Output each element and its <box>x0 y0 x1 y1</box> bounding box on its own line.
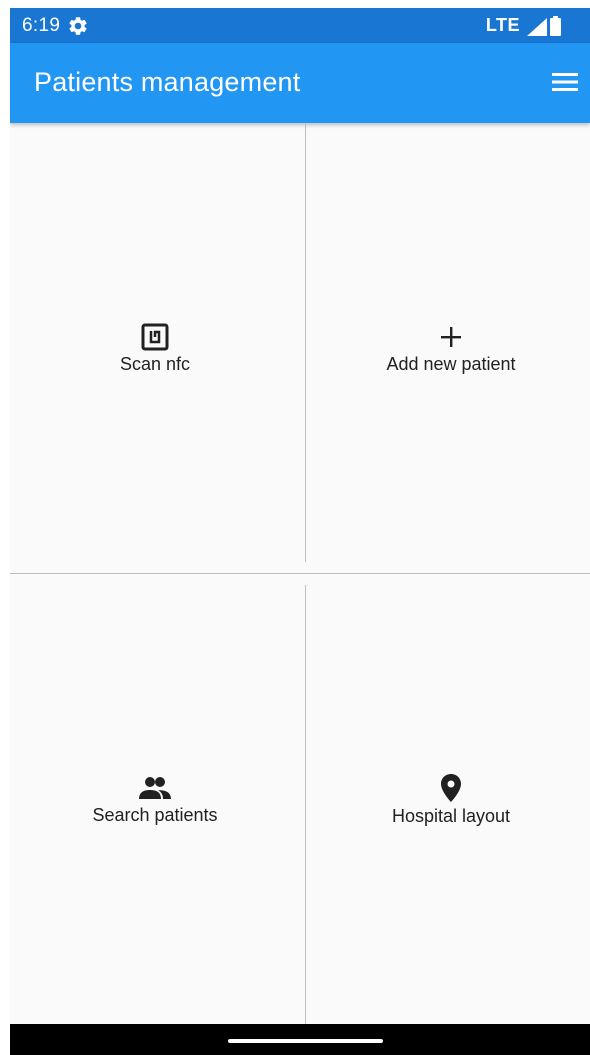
plus-icon <box>441 326 461 347</box>
app-screen: 6:19 LTE Patients management Scan nfc Ad… <box>10 8 590 1055</box>
signal-icon <box>527 18 547 36</box>
add-new-patient-label: Add new patient <box>386 353 516 374</box>
network-type-label: LTE <box>485 15 520 35</box>
settings-icon <box>69 17 87 35</box>
app-bar: Patients management <box>10 43 590 123</box>
battery-icon <box>550 16 561 36</box>
menu-icon[interactable] <box>550 67 580 97</box>
horizontal-divider <box>10 573 590 574</box>
scan-nfc-label: Scan nfc <box>119 353 191 374</box>
search-patients-label: Search patients <box>92 804 218 825</box>
home-gesture-handle[interactable] <box>228 1039 383 1043</box>
vertical-divider <box>305 123 306 562</box>
scan-nfc-button[interactable]: Scan nfc <box>10 123 300 573</box>
nfc-icon <box>141 323 169 350</box>
system-navigation-bar <box>10 1024 590 1055</box>
vertical-divider <box>305 585 306 1024</box>
hospital-layout-button[interactable]: Hospital layout <box>306 574 590 1024</box>
action-grid: Scan nfc Add new patient Search patients… <box>10 123 590 1024</box>
page-title: Patients management <box>34 67 301 97</box>
people-icon <box>139 776 171 799</box>
status-time: 6:19 <box>22 15 61 36</box>
location-pin-icon <box>441 773 461 802</box>
add-new-patient-button[interactable]: Add new patient <box>306 123 590 573</box>
status-bar: 6:19 LTE <box>10 8 590 43</box>
search-patients-button[interactable]: Search patients <box>10 574 300 1024</box>
hospital-layout-label: Hospital layout <box>391 805 511 826</box>
